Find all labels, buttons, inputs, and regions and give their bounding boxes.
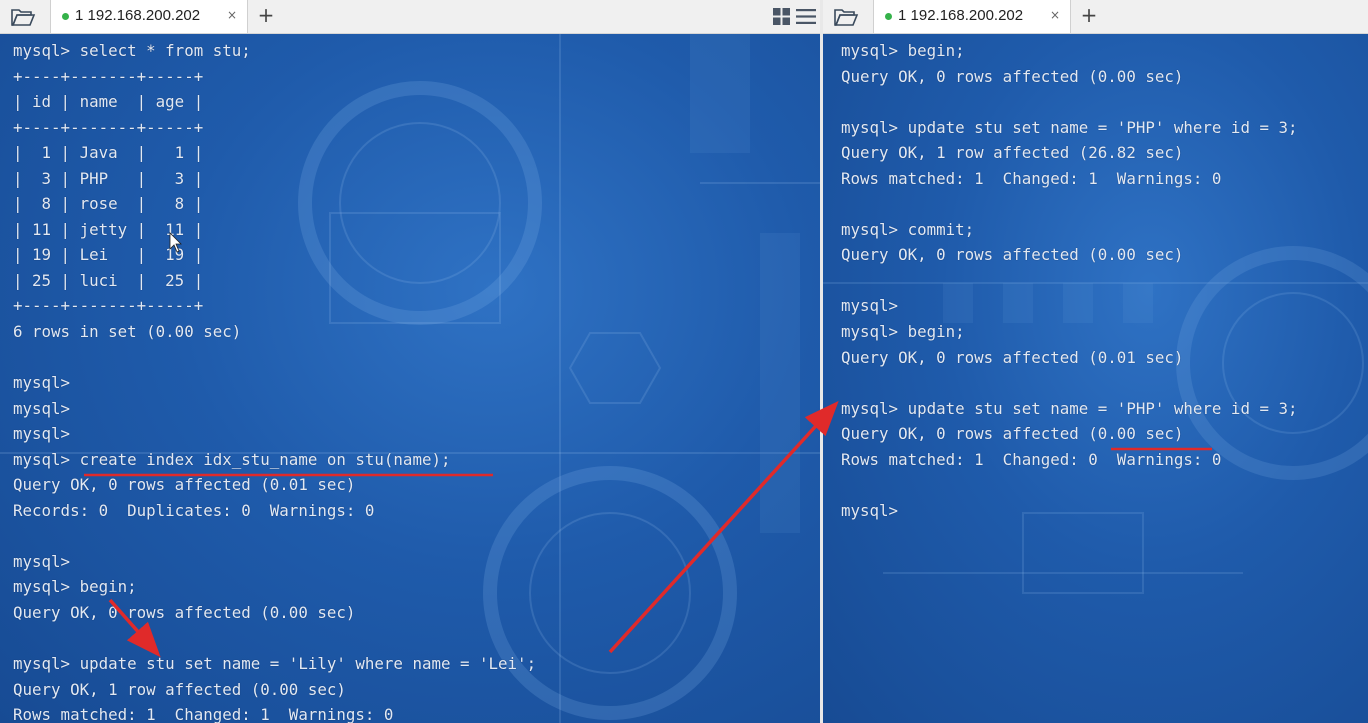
terminal-line: | 3 | PHP | 3 | bbox=[13, 168, 204, 188]
connection-status-dot-icon bbox=[885, 13, 892, 20]
terminal-output[interactable]: mysql> begin; Query OK, 0 rows affected (… bbox=[841, 38, 1298, 523]
terminal-line: Query OK, 0 rows affected (0.01 sec) bbox=[13, 475, 356, 495]
terminal-line: Query OK, 0 rows affected (0.00 sec) bbox=[841, 66, 1184, 86]
terminal-line: | 11 | jetty | 11 | bbox=[13, 219, 204, 239]
terminal-line: mysql> bbox=[13, 398, 71, 418]
terminal-line: | 1 | Java | 1 | bbox=[13, 143, 204, 163]
terminal-line: Rows matched: 1 Changed: 0 Warnings: 0 bbox=[841, 449, 1222, 469]
terminal-line: Records: 0 Duplicates: 0 Warnings: 0 bbox=[13, 500, 375, 520]
add-tab-button[interactable]: + bbox=[1079, 3, 1099, 27]
terminal-line: +----+-------+-----+ bbox=[13, 66, 204, 86]
terminal-line: Query OK, 0 rows affected (0.00 sec) bbox=[13, 603, 356, 623]
terminal-line: +----+-------+-----+ bbox=[13, 117, 204, 137]
terminal-line: mysql> bbox=[13, 551, 71, 571]
terminal-line: +----+-------+-----+ bbox=[13, 296, 204, 316]
terminal-line: | id | name | age | bbox=[13, 92, 204, 112]
tab-session[interactable]: 1 192.168.200.202 × bbox=[873, 0, 1071, 33]
terminal-line: mysql> update stu set name = 'PHP' where… bbox=[841, 398, 1298, 418]
terminal-line: mysql> bbox=[841, 296, 899, 316]
tab-label: 1 192.168.200.202 bbox=[75, 7, 201, 24]
terminal-line: mysql> update stu set name = 'Lily' wher… bbox=[13, 654, 537, 674]
folder-open-icon[interactable] bbox=[8, 6, 38, 28]
terminal-line: Query OK, 0 rows affected (0.00 sec) bbox=[841, 245, 1184, 265]
close-tab-icon[interactable]: × bbox=[227, 8, 237, 22]
folder-open-icon[interactable] bbox=[831, 6, 861, 28]
connection-status-dot-icon bbox=[62, 13, 69, 20]
tab-bar: 1 192.168.200.202 × + bbox=[0, 0, 820, 34]
terminal-line: | 8 | rose | 8 | bbox=[13, 194, 204, 214]
terminal-line: mysql> bbox=[841, 500, 899, 520]
terminal-line: mysql> begin; bbox=[841, 41, 965, 60]
hamburger-menu-icon[interactable] bbox=[796, 8, 816, 25]
terminal-line: Query OK, 1 row affected (0.00 sec) bbox=[13, 679, 346, 699]
tab-label: 1 192.168.200.202 bbox=[898, 7, 1024, 24]
add-tab-button[interactable]: + bbox=[256, 3, 276, 27]
terminal-output[interactable]: mysql> select * from stu; +----+-------+-… bbox=[13, 38, 536, 723]
terminal-line: Query OK, 1 row affected (26.82 sec) bbox=[841, 143, 1184, 163]
terminal-line: mysql> commit; bbox=[841, 219, 975, 239]
terminal-line: | 25 | luci | 25 | bbox=[13, 270, 204, 290]
terminal-line: mysql> begin; bbox=[841, 322, 965, 342]
terminal-line: | 19 | Lei | 19 | bbox=[13, 245, 204, 265]
terminal-line: Rows matched: 1 Changed: 1 Warnings: 0 bbox=[841, 168, 1222, 188]
close-tab-icon[interactable]: × bbox=[1050, 8, 1060, 22]
terminal-line: mysql> begin; bbox=[13, 577, 137, 597]
right-terminal-pane: 1 192.168.200.202 × + mysql> begin; Query… bbox=[823, 0, 1368, 723]
tab-bar: 1 192.168.200.202 × + bbox=[823, 0, 1368, 34]
terminal-line: mysql> bbox=[13, 424, 71, 444]
terminal-line: mysql> update stu set name = 'PHP' where… bbox=[841, 117, 1298, 137]
grid-view-icon[interactable] bbox=[773, 8, 790, 25]
terminal-line: mysql> select * from stu; bbox=[13, 41, 251, 60]
terminal-line: mysql> bbox=[13, 373, 71, 393]
terminal-line: mysql> create index idx_stu_name on stu(… bbox=[13, 449, 451, 469]
terminal-line: Query OK, 0 rows affected (0.00 sec) bbox=[841, 424, 1184, 444]
left-terminal-pane: 1 192.168.200.202 × + mysql> select * fr… bbox=[0, 0, 820, 723]
tab-session[interactable]: 1 192.168.200.202 × bbox=[50, 0, 248, 33]
terminal-line: 6 rows in set (0.00 sec) bbox=[13, 322, 242, 342]
terminal-line: Query OK, 0 rows affected (0.01 sec) bbox=[841, 347, 1184, 367]
terminal-line: Rows matched: 1 Changed: 1 Warnings: 0 bbox=[13, 705, 394, 723]
